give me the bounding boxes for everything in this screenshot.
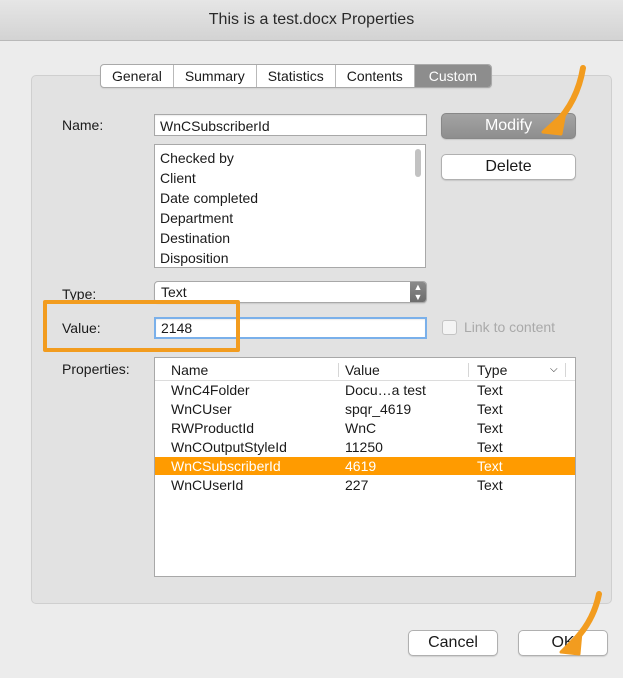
cell-value: Docu…a test (345, 382, 426, 398)
tab-summary[interactable]: Summary (174, 65, 257, 87)
tab-contents[interactable]: Contents (336, 65, 415, 87)
list-item[interactable]: Client (155, 168, 425, 188)
column-divider (338, 363, 339, 377)
list-item[interactable]: Checked by (155, 148, 425, 168)
table-row[interactable]: WnCUser spqr_4619 Text (155, 400, 575, 418)
properties-table[interactable]: Name Value Type ⌵ WnC4Folder Docu…a test… (154, 357, 576, 577)
chevron-down-icon[interactable]: ⌵ (550, 361, 558, 379)
tab-general[interactable]: General (101, 65, 174, 87)
list-item[interactable]: Destination (155, 228, 425, 248)
table-row[interactable]: WnCUserId 227 Text (155, 476, 575, 494)
cell-name: WnC4Folder (171, 382, 250, 398)
updown-chevron-icon: ▲ ▼ (410, 282, 426, 302)
link-to-content-label: Link to content (464, 319, 556, 335)
cell-name: WnCSubscriberId (171, 458, 281, 474)
table-row-selected[interactable]: WnCSubscriberId 4619 Text (155, 457, 575, 475)
tab-custom[interactable]: Custom (414, 65, 492, 87)
table-row[interactable]: WnC4Folder Docu…a test Text (155, 381, 575, 399)
list-item[interactable]: Disposition (155, 248, 425, 267)
table-row[interactable]: RWProductId WnC Text (155, 419, 575, 437)
tab-statistics[interactable]: Statistics (257, 65, 336, 87)
tab-bar: General Summary Statistics Contents Cust… (100, 64, 493, 88)
list-scrollbar[interactable] (415, 149, 421, 177)
column-divider (468, 363, 469, 377)
cell-value: spqr_4619 (345, 401, 412, 417)
cell-type: Text (477, 401, 503, 417)
type-selected-value: Text (161, 284, 187, 300)
cell-name: WnCUserId (171, 477, 244, 493)
table-header: Name Value Type ⌵ (155, 361, 575, 381)
cell-value: 11250 (345, 439, 383, 455)
column-header-name[interactable]: Name (171, 361, 208, 379)
delete-button[interactable]: Delete (441, 154, 576, 180)
link-to-content-checkbox[interactable] (442, 320, 457, 335)
cell-value: 4619 (345, 458, 377, 474)
column-header-type[interactable]: Type (477, 361, 507, 379)
cell-name: RWProductId (171, 420, 254, 436)
cancel-button[interactable]: Cancel (408, 630, 498, 656)
name-field[interactable]: WnCSubscriberId (154, 114, 427, 136)
column-divider (565, 363, 566, 377)
cell-type: Text (477, 439, 503, 455)
annotation-arrow-icon (541, 65, 586, 136)
annotation-arrow-icon (559, 591, 602, 656)
name-label: Name: (62, 117, 104, 133)
properties-label: Properties: (62, 361, 130, 377)
cell-type: Text (477, 420, 503, 436)
cell-type: Text (477, 477, 503, 493)
column-header-value[interactable]: Value (345, 361, 380, 379)
cell-type: Text (477, 458, 503, 474)
list-item[interactable]: Date completed (155, 188, 425, 208)
cell-name: WnCOutputStyleId (171, 439, 287, 455)
list-item[interactable]: Department (155, 208, 425, 228)
name-options-list[interactable]: Checked by Client Date completed Departm… (154, 144, 426, 268)
cell-value: WnC (345, 420, 377, 436)
window-title: This is a test.docx Properties (0, 0, 623, 41)
cell-name: WnCUser (171, 401, 232, 417)
value-highlight-box (43, 300, 240, 352)
cell-value: 227 (345, 477, 369, 493)
cell-type: Text (477, 382, 503, 398)
table-row[interactable]: WnCOutputStyleId 11250 Text (155, 438, 575, 456)
